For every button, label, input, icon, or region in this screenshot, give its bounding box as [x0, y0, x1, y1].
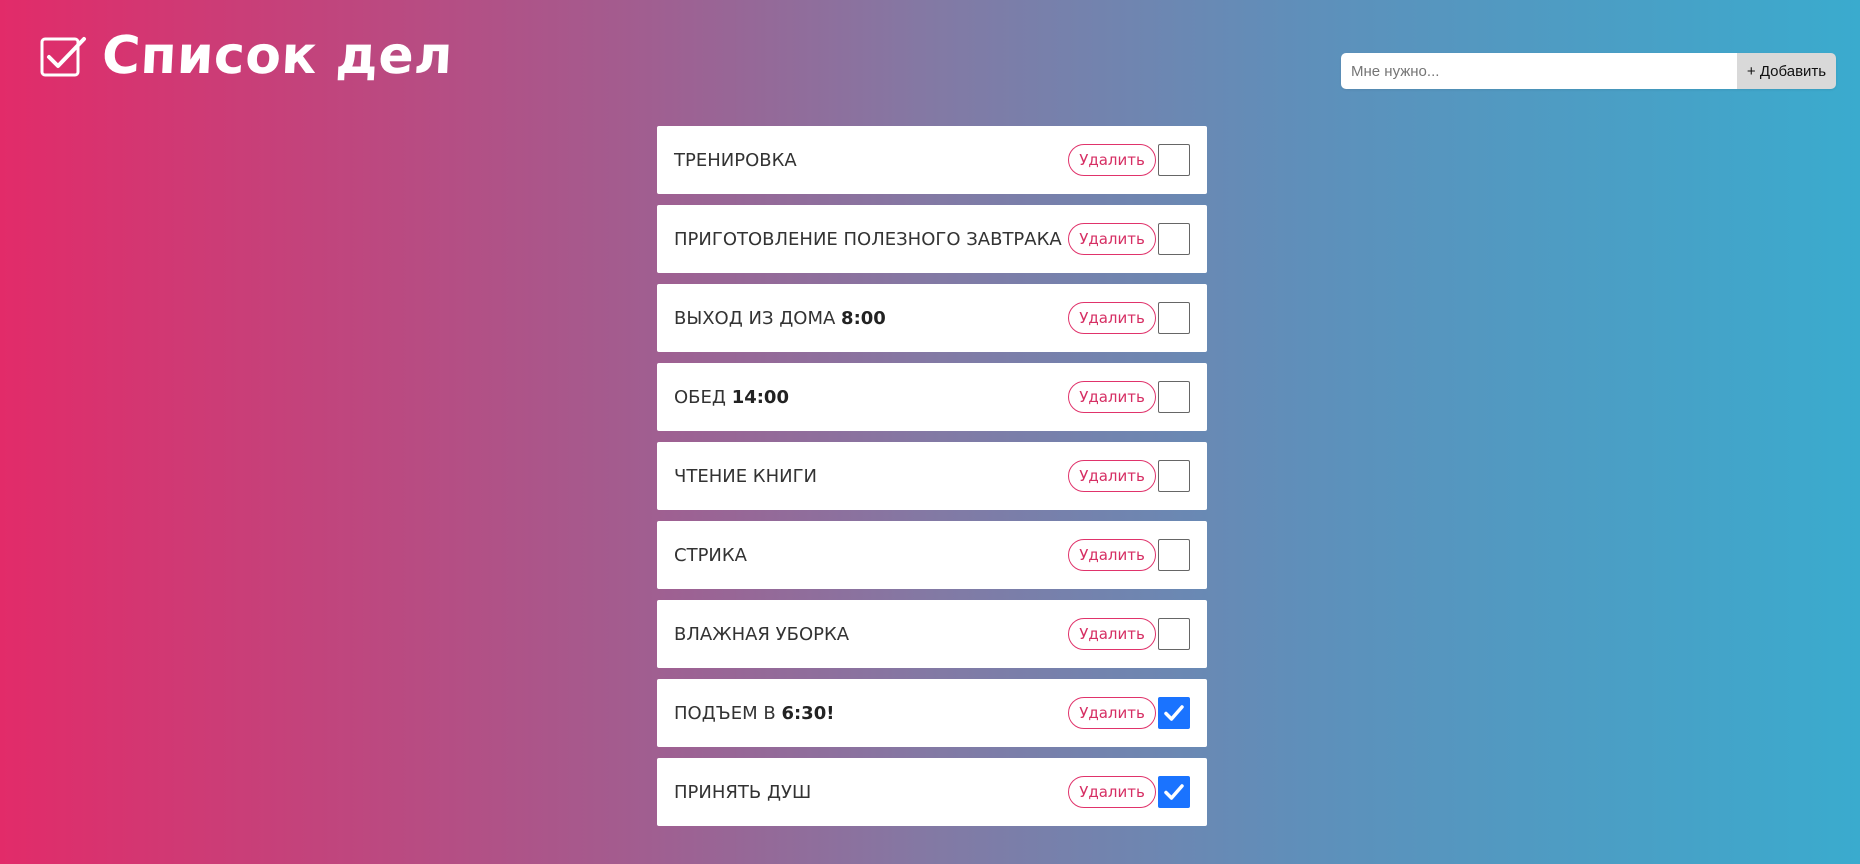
task-text: Принять душ [674, 782, 1068, 803]
task-label: Выход из дома [674, 307, 842, 329]
delete-task-button[interactable]: Удалить [1068, 302, 1156, 334]
task-text: Стрика [674, 545, 1068, 566]
delete-task-button[interactable]: Удалить [1068, 460, 1156, 492]
page-title: Список дел [100, 26, 455, 86]
task-label: Чтение книги [674, 465, 818, 487]
task-checkbox[interactable] [1158, 618, 1190, 650]
task-item: Тренировка Удалить [657, 126, 1207, 194]
task-text: Приготовление полезного завтрака [674, 229, 1068, 250]
checkbox-checked-icon [38, 31, 88, 81]
task-label: Тренировка [674, 149, 797, 171]
task-text: Выход из дома 8:00 [674, 308, 1068, 329]
task-text: Обед 14:00 [674, 387, 1068, 408]
task-item: Влажная уборка Удалить [657, 600, 1207, 668]
app-header: Список дел [38, 26, 455, 86]
task-checkbox[interactable] [1158, 460, 1190, 492]
task-label: Обед [674, 386, 732, 408]
task-item: Выход из дома 8:00 Удалить [657, 284, 1207, 352]
task-checkbox[interactable] [1158, 539, 1190, 571]
delete-task-button[interactable]: Удалить [1068, 776, 1156, 808]
delete-task-button[interactable]: Удалить [1068, 381, 1156, 413]
task-text: Влажная уборка [674, 624, 1068, 645]
checkmark-icon [1164, 784, 1184, 800]
add-task-form: + Добавить [1341, 53, 1836, 89]
task-checkbox-checked[interactable] [1158, 776, 1190, 808]
task-item: Подъем в 6:30! Удалить [657, 679, 1207, 747]
delete-task-button[interactable]: Удалить [1068, 618, 1156, 650]
task-suffix: ! [826, 702, 835, 724]
task-time: 6:30 [781, 702, 827, 724]
task-label: Подъем в [674, 702, 782, 724]
task-text: Чтение книги [674, 466, 1068, 487]
delete-task-button[interactable]: Удалить [1068, 697, 1156, 729]
delete-task-button[interactable]: Удалить [1068, 223, 1156, 255]
task-checkbox[interactable] [1158, 223, 1190, 255]
task-label: Влажная уборка [674, 623, 850, 645]
delete-task-button[interactable]: Удалить [1068, 144, 1156, 176]
checkmark-icon [1164, 705, 1184, 721]
task-item: Стрика Удалить [657, 521, 1207, 589]
task-checkbox-checked[interactable] [1158, 697, 1190, 729]
add-task-button[interactable]: + Добавить [1737, 53, 1836, 89]
task-item: Обед 14:00 Удалить [657, 363, 1207, 431]
task-item: Чтение книги Удалить [657, 442, 1207, 510]
task-item: Принять душ Удалить [657, 758, 1207, 826]
task-item: Приготовление полезного завтрака Удалить [657, 205, 1207, 273]
task-label: Стрика [674, 544, 747, 566]
task-list: Тренировка Удалить Приготовление полезного… [657, 126, 1207, 837]
new-task-input[interactable] [1341, 53, 1737, 89]
task-time: 14:00 [731, 386, 789, 408]
task-checkbox[interactable] [1158, 144, 1190, 176]
task-label: Приготовление полезного завтрака [674, 228, 1062, 250]
task-checkbox[interactable] [1158, 302, 1190, 334]
delete-task-button[interactable]: Удалить [1068, 539, 1156, 571]
task-time: 8:00 [841, 307, 886, 329]
task-text: Тренировка [674, 150, 1068, 171]
task-text: Подъем в 6:30! [674, 703, 1068, 724]
task-label: Принять душ [674, 781, 812, 803]
task-checkbox[interactable] [1158, 381, 1190, 413]
